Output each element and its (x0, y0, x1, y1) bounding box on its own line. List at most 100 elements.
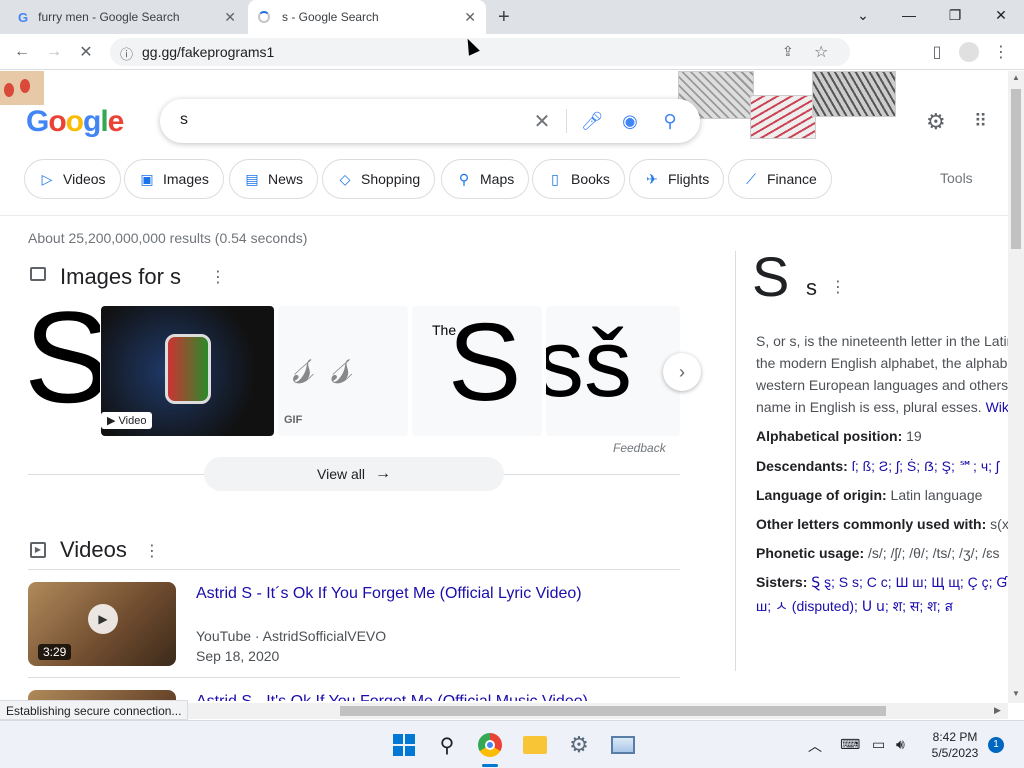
thumb-letter: S (28, 306, 100, 430)
side-panel-icon[interactable]: ▯ (926, 41, 948, 63)
settings-gear-icon[interactable]: ⚙ (565, 731, 593, 759)
feedback-link[interactable]: Feedback (613, 441, 666, 455)
minimize-button[interactable]: — (886, 0, 932, 30)
task-manager-icon[interactable] (609, 731, 637, 759)
chip-flights[interactable]: ✈ Flights (629, 159, 725, 199)
tab-furry-men[interactable]: G furry men - Google Search ✕ (8, 0, 246, 34)
video-title-link[interactable]: Astrid S - It´s Ok If You Forget Me (Off… (196, 585, 582, 603)
tag-icon: ◇ (339, 170, 351, 187)
tools-button[interactable]: Tools (940, 170, 973, 186)
view-all-button[interactable]: View all → (204, 457, 504, 491)
kp-fact-row: Phonetic usage: /s/; /ʃ/; /θ/; /ts/; /ʒ/… (756, 545, 1000, 561)
google-doodle-logo[interactable]: Google (26, 105, 125, 139)
microphone-icon[interactable]: 🎤︎ (580, 109, 604, 133)
chip-label: Videos (63, 171, 106, 187)
maximize-button[interactable]: ❐ (932, 0, 978, 30)
fact-label: Descendants: (756, 458, 848, 474)
tab-title: furry men - Google Search (38, 10, 180, 24)
show-hidden-icons[interactable]: ︿ (808, 736, 822, 756)
vertical-scrollbar[interactable]: ▲ ▼ (1008, 71, 1024, 703)
chip-label: Maps (480, 171, 515, 187)
video-title-link[interactable]: Astrid S - It's Ok If You Forget Me (Off… (196, 693, 588, 701)
video-icon: ▷ (41, 170, 53, 187)
google-apps-icon[interactable]: ⠿ (974, 111, 987, 132)
network-icon[interactable]: ▭ (872, 736, 885, 753)
video-section-icon: ▶ (30, 542, 46, 558)
horizontal-scroll-thumb[interactable] (340, 706, 886, 716)
chip-finance[interactable]: ⟋ Finance (728, 159, 832, 199)
more-options-icon[interactable]: ⋮ (210, 267, 226, 287)
menu-kebab-icon[interactable]: ⋮ (990, 41, 1012, 63)
chip-videos[interactable]: ▷ Videos (24, 159, 121, 199)
address-bar[interactable]: ⓘ gg.gg/fakeprograms1 ⇪ ☆ (110, 38, 850, 66)
close-window-button[interactable]: ✕ (978, 0, 1024, 30)
kp-sisters-continued[interactable]: ш; ㅅ (disputed); Ս ս; श; स; श; ส (756, 596, 953, 618)
search-box[interactable]: s ✕ 🎤︎ ◉ ⚲ (160, 99, 700, 143)
chip-news[interactable]: ▤ News (229, 159, 319, 199)
fact-value: Latin language (886, 487, 983, 503)
scroll-up-arrow-icon[interactable]: ▲ (1012, 73, 1020, 82)
image-thumb-video[interactable]: ▶ Video (101, 306, 274, 436)
forward-icon[interactable]: → (43, 41, 65, 63)
windows-start-icon[interactable] (390, 731, 418, 759)
clock[interactable]: 8:42 PM 5/5/2023 (928, 730, 982, 760)
kp-fact-row: Alphabetical position: 19 (756, 428, 922, 444)
logo-letter: e (107, 105, 125, 138)
tab-s-search[interactable]: s - Google Search ✕ (248, 0, 486, 34)
image-thumb-gif[interactable]: 𝓈 𝓈 GIF (278, 306, 408, 436)
new-tab-button[interactable]: + (498, 6, 510, 29)
fact-value[interactable]: ſ; ß; Ƨ; ʃ; Ṡ; ẞ; Ş; ℠; ч; ʃ (848, 458, 999, 474)
clear-search-icon[interactable]: ✕ (530, 109, 554, 133)
image-thumb[interactable]: S (28, 306, 100, 436)
back-icon[interactable]: ← (11, 41, 33, 63)
fact-label: Sisters: (756, 574, 808, 590)
chip-shopping[interactable]: ◇ Shopping (322, 159, 436, 199)
divider (566, 109, 567, 133)
keyboard-icon[interactable]: ⌨ (840, 736, 860, 753)
url-text: gg.gg/fakeprograms1 (142, 44, 275, 60)
news-icon: ▤ (245, 170, 259, 187)
video-source: YouTube · AstridSofficialVEVO (196, 628, 387, 644)
kp-fact-row: Sisters: Ȿ ȿ; Ѕ ѕ; С с; Ш ш; Щ щ; Ç ç; Ɠ… (756, 574, 1008, 591)
search-icon[interactable]: ⚲ (658, 109, 682, 133)
site-info-icon[interactable]: ⓘ (120, 44, 133, 63)
fact-value[interactable]: Ȿ ȿ; Ѕ ѕ; С с; Ш ш; Щ щ; Ç ç; Ɠ ɠ (807, 574, 1008, 590)
scroll-right-arrow-icon[interactable]: ▶ (994, 705, 1001, 716)
chip-books[interactable]: ▯ Books (532, 159, 625, 199)
chip-images[interactable]: ▣ Images (124, 159, 224, 199)
profile-avatar-icon[interactable] (958, 41, 980, 63)
camera-lens-icon[interactable]: ◉ (618, 109, 642, 133)
file-explorer-icon[interactable] (521, 731, 549, 759)
chip-label: Books (571, 171, 610, 187)
thumb-letter: S (448, 306, 522, 424)
kp-description-line: name in English is ess, plural esses. Wi… (756, 399, 1008, 415)
more-options-icon[interactable]: ⋮ (144, 541, 160, 561)
vertical-scroll-thumb[interactable] (1011, 89, 1021, 249)
image-thumb[interactable]: The S (412, 306, 542, 436)
search-icon[interactable]: ⚲ (433, 731, 461, 759)
share-icon[interactable]: ⇪ (782, 43, 794, 60)
header-divider (0, 215, 1008, 216)
fact-value: s(x), (990, 516, 1008, 532)
bookmark-star-icon[interactable]: ☆ (814, 42, 828, 62)
tab-search-icon[interactable]: ⌄ (840, 0, 886, 30)
wikipedia-link[interactable]: Wiki (986, 399, 1008, 415)
search-input[interactable]: s (180, 111, 188, 129)
notification-badge[interactable]: 1 (988, 737, 1004, 753)
chrome-icon[interactable] (476, 731, 504, 759)
next-images-button[interactable]: › (663, 353, 701, 391)
chip-maps[interactable]: ⚲ Maps (441, 159, 530, 199)
video-date: Sep 18, 2020 (196, 648, 280, 664)
close-tab-icon[interactable]: ✕ (224, 9, 236, 26)
image-icon: ▣ (140, 170, 154, 187)
video-thumbnail[interactable]: ▶ 3:29 (28, 582, 176, 666)
settings-gear-icon[interactable]: ⚙ (926, 109, 946, 135)
scroll-down-arrow-icon[interactable]: ▼ (1012, 689, 1020, 698)
logo-letter: o (65, 105, 84, 138)
close-tab-icon[interactable]: ✕ (464, 9, 476, 26)
stop-loading-icon[interactable]: ✕ (75, 41, 97, 63)
volume-icon[interactable]: 🔊︎ (896, 736, 905, 753)
fact-value: /s/; /ʃ/; /θ/; /ts/; /ʒ/; /ɛs (864, 545, 1000, 561)
image-thumb[interactable]: sš (546, 306, 680, 436)
doodle-decoration (750, 95, 816, 139)
